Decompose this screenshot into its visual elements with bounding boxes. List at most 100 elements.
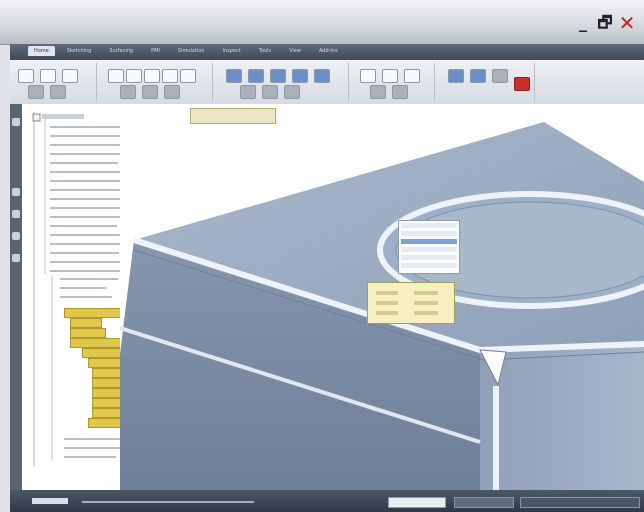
zoom-controls[interactable] bbox=[520, 497, 640, 508]
minimize-icon[interactable]: _ bbox=[574, 14, 592, 32]
round-icon[interactable] bbox=[292, 69, 308, 83]
popup-label-offset bbox=[376, 311, 398, 315]
delete-face-icon[interactable] bbox=[370, 85, 386, 99]
rotate-face-icon[interactable] bbox=[382, 69, 398, 83]
tree-line-17 bbox=[50, 270, 123, 272]
tab-surfacing[interactable]: Surfacing bbox=[103, 46, 139, 56]
ribbon-group-features bbox=[216, 63, 349, 101]
tab-home[interactable]: Home bbox=[28, 46, 55, 56]
pathfinder-icon[interactable] bbox=[12, 118, 20, 126]
tree-item-selected-6[interactable] bbox=[92, 368, 122, 378]
dropdown-option-4[interactable] bbox=[401, 247, 457, 252]
tree-item-selected-9[interactable] bbox=[92, 398, 122, 408]
extrude-icon[interactable] bbox=[226, 69, 242, 83]
dropdown-option-1[interactable] bbox=[401, 223, 457, 228]
tab-view[interactable]: View bbox=[283, 46, 307, 56]
dropdown-option-2[interactable] bbox=[401, 231, 457, 236]
tab-pmi[interactable]: PMI bbox=[145, 46, 166, 56]
pattern-icon[interactable] bbox=[240, 85, 256, 99]
tree-line-3 bbox=[50, 144, 130, 146]
rectangle-icon[interactable] bbox=[162, 69, 178, 83]
tree-item-selected-7[interactable] bbox=[92, 378, 122, 388]
line-icon[interactable] bbox=[108, 69, 124, 83]
tree-item-selected-1[interactable] bbox=[70, 318, 102, 328]
window-title-bar bbox=[0, 0, 644, 45]
features-icon[interactable] bbox=[12, 210, 20, 218]
tab-sketching[interactable]: Sketching bbox=[61, 46, 98, 56]
tab-addins[interactable]: Add-Ins bbox=[313, 46, 344, 56]
restore-icon[interactable]: 🗗 bbox=[596, 14, 614, 32]
tree-item-selected-2[interactable] bbox=[70, 328, 106, 338]
dropdown-option-3[interactable] bbox=[401, 239, 457, 244]
spline-icon[interactable] bbox=[180, 69, 196, 83]
revolve-icon[interactable] bbox=[248, 69, 264, 83]
application-window: _ 🗗 ✕ Home Sketching Surfacing PMI Simul… bbox=[0, 0, 644, 512]
tab-inspect[interactable]: Inspect bbox=[217, 46, 247, 56]
check-icon[interactable] bbox=[470, 69, 486, 83]
tree-line-11 bbox=[50, 216, 129, 218]
undo-icon[interactable] bbox=[28, 85, 44, 99]
resize-icon[interactable] bbox=[392, 85, 408, 99]
offset-icon[interactable] bbox=[164, 85, 180, 99]
tree-line-12 bbox=[50, 225, 117, 227]
extend-icon[interactable] bbox=[142, 85, 158, 99]
tree-line-9 bbox=[50, 198, 126, 200]
dimension-popup[interactable] bbox=[367, 282, 455, 324]
redo-icon[interactable] bbox=[50, 85, 66, 99]
tree-line-14 bbox=[50, 243, 124, 245]
arc-icon[interactable] bbox=[126, 69, 142, 83]
ribbon-toolbar bbox=[10, 60, 644, 105]
ribbon-tabs: Home Sketching Surfacing PMI Simulation … bbox=[28, 46, 344, 56]
command-bar[interactable] bbox=[190, 108, 276, 124]
options-dropdown[interactable] bbox=[398, 220, 460, 274]
side-navigation-strip bbox=[10, 104, 22, 490]
draft-icon[interactable] bbox=[314, 69, 330, 83]
trim-icon[interactable] bbox=[120, 85, 136, 99]
offset-face-icon[interactable] bbox=[404, 69, 420, 83]
tree-line-8 bbox=[50, 189, 130, 191]
tree-item-selected-10[interactable] bbox=[92, 408, 122, 418]
select-icon[interactable] bbox=[40, 69, 56, 83]
thin-wall-icon[interactable] bbox=[284, 85, 300, 99]
move-face-icon[interactable] bbox=[360, 69, 376, 83]
tree-line-7 bbox=[50, 180, 124, 182]
hole-icon[interactable] bbox=[270, 69, 286, 83]
status-message-line bbox=[82, 501, 254, 503]
window-controls: _ 🗗 ✕ bbox=[574, 13, 636, 33]
tree-line-10 bbox=[50, 207, 122, 209]
close-icon[interactable]: ✕ bbox=[618, 13, 636, 33]
3d-viewport[interactable] bbox=[120, 104, 644, 490]
tree-item-selected-8[interactable] bbox=[92, 388, 122, 398]
popup-value-offset[interactable] bbox=[414, 311, 438, 315]
command-finder-field[interactable] bbox=[388, 497, 446, 508]
tree-line-16 bbox=[50, 261, 130, 263]
dropdown-option-6[interactable] bbox=[401, 263, 457, 268]
status-bar bbox=[10, 490, 644, 512]
library-icon[interactable] bbox=[12, 254, 20, 262]
layers-icon[interactable] bbox=[12, 188, 20, 196]
close-document-icon[interactable] bbox=[514, 77, 530, 91]
ribbon-group-sketch bbox=[100, 63, 213, 101]
properties-icon[interactable] bbox=[492, 69, 508, 83]
status-tab[interactable] bbox=[32, 498, 68, 504]
sensors-icon[interactable] bbox=[12, 232, 20, 240]
ribbon-group-tools bbox=[438, 63, 535, 101]
view-mode-box[interactable] bbox=[454, 497, 514, 508]
popup-value-distance[interactable] bbox=[414, 291, 438, 295]
mirror-icon[interactable] bbox=[262, 85, 278, 99]
popup-label-angle bbox=[376, 301, 398, 305]
circle-icon[interactable] bbox=[144, 69, 160, 83]
tree-line-22 bbox=[64, 447, 126, 449]
tree-line-4 bbox=[50, 153, 123, 155]
popup-value-angle[interactable] bbox=[414, 301, 438, 305]
tree-line-6 bbox=[50, 171, 130, 173]
view-icon[interactable] bbox=[62, 69, 78, 83]
dropdown-option-5[interactable] bbox=[401, 255, 457, 260]
tab-simulation[interactable]: Simulation bbox=[172, 46, 211, 56]
measure-icon[interactable] bbox=[448, 69, 464, 83]
paste-icon[interactable] bbox=[18, 69, 34, 83]
tab-tools[interactable]: Tools bbox=[253, 46, 277, 56]
tree-line-5 bbox=[50, 162, 118, 164]
tree-line-21 bbox=[64, 438, 122, 440]
ribbon-group-modify bbox=[352, 63, 435, 101]
